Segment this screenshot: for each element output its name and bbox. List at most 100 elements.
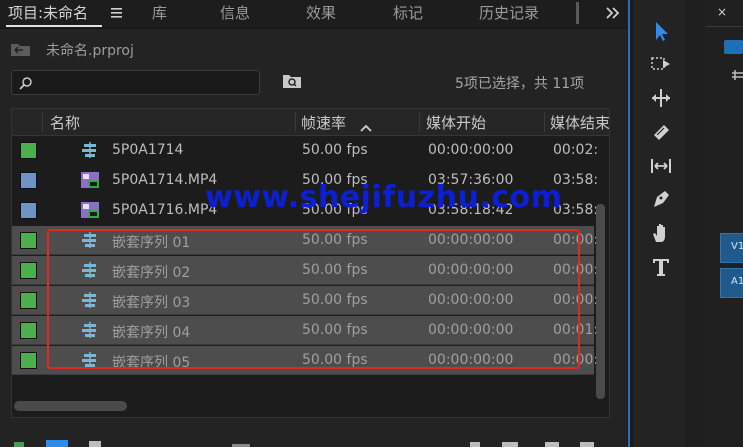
table-row[interactable]: 嵌套序列 03 50.00 fps 00:00:00:00 00:00: [12,286,598,315]
frame-rate: 50.00 fps [302,232,368,248]
table-row[interactable]: 嵌套序列 04 50.00 fps 00:00:00:00 00:01: [12,316,598,345]
tab-effects[interactable]: 效果 [306,2,336,23]
watermark-text: www.shejifuzhu.com [205,180,563,215]
table-row[interactable]: 嵌套序列 01 50.00 fps 00:00:00:00 00:00: [12,226,598,255]
icon-view-icon[interactable] [89,441,101,447]
panel-focus-border [628,0,630,447]
column-header-name[interactable]: 名称 [50,112,80,133]
write-lock-icon[interactable] [14,442,24,447]
ripple-edit-tool-icon[interactable] [650,87,672,109]
label-color-swatch[interactable] [20,232,37,249]
frame-rate: 50.00 fps [302,352,368,368]
clip-name: 5P0A1714.MP4 [112,172,218,188]
label-color-swatch[interactable] [20,262,37,279]
media-end: 00:02: [553,142,599,158]
label-color-swatch[interactable] [20,352,37,369]
project-file-icon [10,41,32,57]
tools-panel [631,0,686,447]
find-icon[interactable] [470,442,480,447]
media-end: 00:01: [553,322,599,338]
media-start: 00:00:00:00 [428,322,514,338]
clip-name: 嵌套序列 05 [112,355,191,371]
video-clip-icon [79,200,101,220]
table-row[interactable]: 嵌套序列 02 50.00 fps 00:00:00:00 00:00: [12,256,598,285]
snap-icon[interactable] [732,66,743,80]
pen-tool-icon[interactable] [650,188,672,210]
label-color-swatch[interactable] [20,292,37,309]
clip-name: 嵌套序列 04 [112,325,191,341]
tab-history[interactable]: 历史记录 [479,2,539,23]
timeline-tab-divider [706,26,743,27]
table-row[interactable]: 5P0A1714 50.00 fps 00:00:00:00 00:02: [12,136,598,165]
media-end: 00:00: [553,292,599,308]
frame-rate: 50.00 fps [302,292,368,308]
selection-status: 5项已选择，共 11项 [455,76,585,92]
clip-name: 5P0A1714 [112,142,184,158]
panel-bottom-toolbar [0,436,627,447]
video-clip-icon [79,170,101,190]
table-row[interactable]: 嵌套序列 05 50.00 fps 00:00:00:00 00:00: [12,346,598,375]
frame-rate: 50.00 fps [302,322,368,338]
sequence-icon [79,350,101,370]
media-start: 00:00:00:00 [428,292,514,308]
media-end: 00:00: [553,232,599,248]
active-tab-underline [6,25,102,27]
column-header-media-end[interactable]: 媒体结束 [550,112,609,133]
media-start: 00:00:00:00 [428,232,514,248]
razor-tool-icon[interactable] [650,121,672,143]
label-color-swatch[interactable] [20,202,37,219]
sequence-icon [79,260,101,280]
list-header: 名称 帧速率 媒体开始 媒体结束 [12,109,609,136]
track-header-v1[interactable]: V1 [720,233,743,263]
column-header-media-start[interactable]: 媒体开始 [426,112,486,133]
clip-name: 嵌套序列 03 [112,295,191,311]
tab-project[interactable]: 项目:未命名 [8,2,88,23]
delete-icon[interactable] [580,442,594,447]
sequence-icon [79,320,101,340]
hamburger-menu-icon[interactable] [110,5,124,19]
track-header-a1[interactable]: A1 [720,268,743,298]
search-input[interactable] [11,70,260,95]
selection-tool-icon[interactable] [650,20,672,42]
double-chevron-right-icon[interactable] [605,5,621,19]
column-divider [295,112,296,132]
media-end: 00:00: [553,262,599,278]
clip-name: 嵌套序列 01 [112,235,191,251]
tab-library[interactable]: 库 [152,2,167,23]
new-bin-icon[interactable] [502,442,518,447]
label-color-swatch[interactable] [20,172,37,189]
frame-rate: 50.00 fps [302,142,368,158]
search-icon [19,75,33,90]
sequence-icon [79,140,101,160]
tab-info[interactable]: 信息 [220,2,250,23]
track-select-tool-icon[interactable] [650,53,672,75]
media-start: 00:00:00:00 [428,142,514,158]
project-list: 名称 帧速率 媒体开始 媒体结束 5P0A1714 50.00 fps 00:00:… [11,108,610,418]
column-header-fps[interactable]: 帧速率 [301,112,346,133]
vertical-scrollbar[interactable] [596,204,605,399]
media-start: 00:00:00:00 [428,262,514,278]
sort-ascending-icon[interactable] [359,118,373,132]
tab-divider [576,2,579,24]
media-start: 00:00:00:00 [428,352,514,368]
sequence-icon [79,290,101,310]
track-v1-label: V1 [731,241,743,252]
horizontal-scrollbar[interactable] [14,401,127,411]
hand-tool-icon[interactable] [650,222,672,244]
label-color-swatch[interactable] [20,322,37,339]
media-end: 00:00: [553,352,599,368]
slip-tool-icon[interactable] [650,155,672,177]
column-divider [42,112,43,132]
timeline-timecode[interactable] [724,40,743,54]
sequence-icon [79,230,101,250]
type-tool-icon[interactable] [650,256,672,278]
list-view-icon[interactable] [46,440,68,447]
track-a1-label: A1 [731,276,743,287]
bin-icon[interactable] [282,72,302,89]
new-item-icon[interactable] [545,442,559,447]
column-divider [544,112,545,132]
close-icon[interactable]: × [717,5,727,19]
frame-rate: 50.00 fps [302,262,368,278]
label-color-swatch[interactable] [20,142,37,159]
tab-markers[interactable]: 标记 [393,2,423,23]
